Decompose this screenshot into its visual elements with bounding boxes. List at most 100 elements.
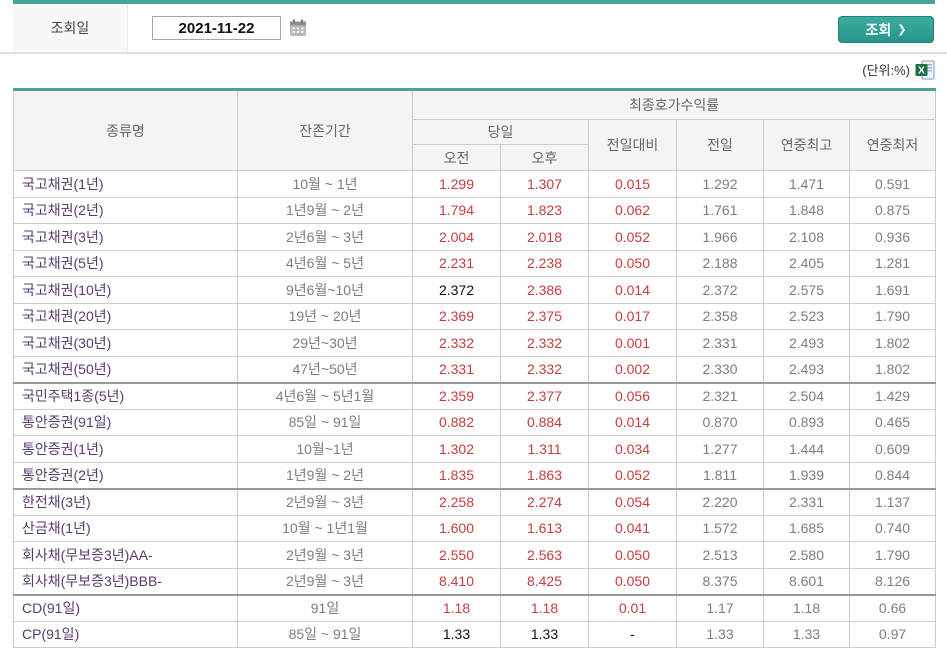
cell-pm: 2.377 — [500, 381, 589, 410]
col-header-today: 당일 — [412, 119, 589, 145]
cell-bond-name: 회사채(무보증3년)AA- — [13, 541, 238, 569]
cell-remaining-period: 9년6월~10년 — [237, 276, 413, 304]
cell-low: 0.936 — [848, 223, 937, 251]
cell-remaining-period: 4년6월 ~ 5년 — [237, 249, 413, 277]
yield-table-body: 국고채권(1년) 10월 ~ 1년 1.299 1.307 0.015 1.292 1.47… — [13, 170, 937, 648]
cell-pm: 2.332 — [500, 355, 589, 383]
cell-high: 1.685 — [763, 514, 850, 542]
cell-remaining-period: 1년9월 ~ 2년 — [237, 196, 413, 224]
cell-bond-name: 통안증권(2년) — [13, 461, 238, 489]
cell-bond-name: 국고채권(5년) — [13, 249, 238, 277]
cell-am: 1.18 — [412, 593, 501, 622]
cell-am: 2.332 — [412, 329, 501, 357]
cell-am: 1.794 — [412, 196, 501, 224]
table-row: 국고채권(5년) 4년6월 ~ 5년 2.231 2.238 0.050 2.188 2.4… — [13, 249, 937, 277]
cell-am: 2.231 — [412, 249, 501, 277]
cell-prev: 1.966 — [676, 223, 764, 251]
svg-text:X: X — [918, 65, 925, 76]
cell-high: 2.108 — [763, 223, 850, 251]
cell-diff: 0.041 — [588, 514, 677, 542]
cell-high: 2.493 — [763, 355, 850, 383]
cell-pm: 2.238 — [500, 249, 589, 277]
search-button-label: 조회 — [865, 21, 892, 38]
cell-prev: 1.572 — [676, 514, 764, 542]
cell-pm: 2.563 — [500, 541, 589, 569]
date-input[interactable] — [152, 16, 281, 40]
cell-diff: 0.050 — [588, 541, 677, 569]
cell-low: 1.281 — [848, 249, 937, 277]
cell-pm: 1.823 — [500, 196, 589, 224]
cell-bond-name: 통안증권(91일) — [13, 408, 238, 436]
query-date-label: 조회일 — [13, 4, 128, 52]
table-row: 국고채권(1년) 10월 ~ 1년 1.299 1.307 0.015 1.292 1.47… — [13, 170, 937, 198]
cell-am: 1.302 — [412, 435, 501, 463]
unit-note: (단위:%) — [862, 63, 910, 78]
cell-pm: 1.863 — [500, 461, 589, 489]
cell-high: 1.939 — [763, 461, 850, 489]
cell-pm: 1.33 — [500, 620, 589, 648]
cell-low: 1.790 — [848, 541, 937, 569]
cell-low: 1.429 — [848, 381, 937, 410]
cell-remaining-period: 2년6월 ~ 3년 — [237, 223, 413, 251]
cell-am: 1.835 — [412, 461, 501, 489]
cell-prev: 1.811 — [676, 461, 764, 489]
cell-am: 0.882 — [412, 408, 501, 436]
cell-low: 1.802 — [848, 355, 937, 383]
cell-diff: 0.054 — [588, 487, 677, 516]
cell-low: 1.790 — [848, 302, 937, 330]
cell-high: 8.601 — [763, 567, 850, 595]
cell-high: 1.18 — [763, 593, 850, 622]
cell-am: 2.258 — [412, 487, 501, 516]
col-header-am: 오전 — [412, 144, 501, 171]
cell-remaining-period: 10월 ~ 1년1월 — [237, 514, 413, 542]
cell-pm: 8.425 — [500, 567, 589, 595]
cell-high: 2.405 — [763, 249, 850, 277]
table-row: 국고채권(3년) 2년6월 ~ 3년 2.004 2.018 0.052 1.966 2.1… — [13, 223, 937, 251]
excel-icon[interactable]: X — [915, 60, 935, 80]
col-header-year-low: 연중최저 — [848, 119, 937, 171]
cell-diff: 0.062 — [588, 196, 677, 224]
table-row: 회사채(무보증3년)AA- 2년9월 ~ 3년 2.550 2.563 0.050 2.5… — [13, 541, 937, 569]
yield-table-header: 종류명 잔존기간 최종호가수익률 당일 전일대비 전일 연중최고 연중최저 오전… — [13, 89, 937, 171]
cell-remaining-period: 91일 — [237, 593, 413, 622]
cell-bond-name: 국고채권(30년) — [13, 329, 238, 357]
cell-high: 2.523 — [763, 302, 850, 330]
cell-high: 1.848 — [763, 196, 850, 224]
cell-prev: 2.513 — [676, 541, 764, 569]
cell-low: 0.66 — [848, 593, 937, 622]
cell-bond-name: 국고채권(10년) — [13, 276, 238, 304]
cell-prev: 2.372 — [676, 276, 764, 304]
cell-high: 1.444 — [763, 435, 850, 463]
cell-low: 0.591 — [848, 170, 937, 198]
cell-diff: 0.014 — [588, 276, 677, 304]
cell-remaining-period: 2년9월 ~ 3년 — [237, 541, 413, 569]
cell-low: 1.802 — [848, 329, 937, 357]
calendar-icon[interactable] — [289, 19, 307, 37]
chevron-right-icon: ❯ — [897, 24, 907, 36]
cell-bond-name: 산금채(1년) — [13, 514, 238, 542]
cell-prev: 2.330 — [676, 355, 764, 383]
table-row: 국고채권(2년) 1년9월 ~ 2년 1.794 1.823 0.062 1.761 1.8… — [13, 196, 937, 224]
cell-prev: 2.358 — [676, 302, 764, 330]
query-form: 조회일 조회 ❯ — [13, 4, 935, 52]
table-row: 국민주택1종(5년) 4년6월 ~ 5년1월 2.359 2.377 0.056 2.32… — [13, 381, 937, 410]
search-button[interactable]: 조회 ❯ — [838, 16, 934, 43]
yield-table: 종류명 잔존기간 최종호가수익률 당일 전일대비 전일 연중최고 연중최저 오전… — [13, 88, 937, 648]
cell-remaining-period: 10월~1년 — [237, 435, 413, 463]
cell-diff: 0.002 — [588, 355, 677, 383]
col-header-type: 종류명 — [13, 89, 238, 171]
cell-low: 0.609 — [848, 435, 937, 463]
cell-remaining-period: 1년9월 ~ 2년 — [237, 461, 413, 489]
cell-diff: 0.017 — [588, 302, 677, 330]
cell-bond-name: 회사채(무보증3년)BBB- — [13, 567, 238, 595]
cell-remaining-period: 85일 ~ 91일 — [237, 620, 413, 648]
cell-prev: 1.33 — [676, 620, 764, 648]
cell-pm: 1.18 — [500, 593, 589, 622]
cell-diff: 0.050 — [588, 249, 677, 277]
cell-bond-name: 국고채권(1년) — [13, 170, 238, 198]
cell-high: 1.471 — [763, 170, 850, 198]
cell-pm: 1.311 — [500, 435, 589, 463]
table-row: 국고채권(20년) 19년 ~ 20년 2.369 2.375 0.017 2.358 2.… — [13, 302, 937, 330]
cell-bond-name: CD(91일) — [13, 593, 238, 622]
col-header-prev: 전일 — [676, 119, 764, 171]
